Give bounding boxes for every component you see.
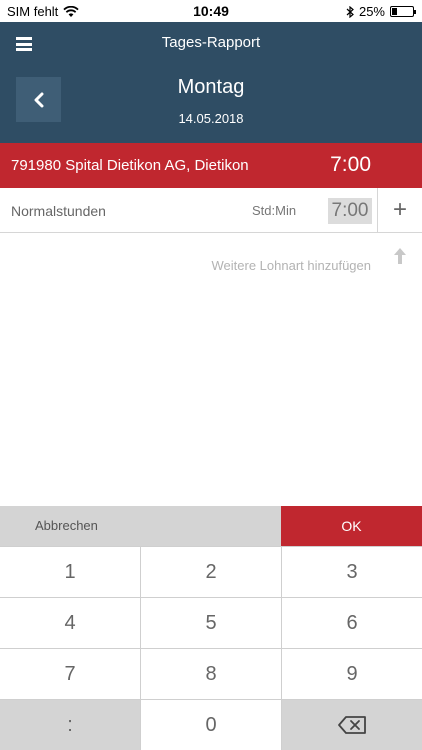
key-7[interactable]: 7 (0, 649, 140, 699)
add-wage-type-link[interactable]: Weitere Lohnart hinzufügen (212, 258, 371, 273)
key-0[interactable]: 0 (141, 700, 281, 750)
backspace-icon (338, 716, 366, 734)
project-row[interactable]: 791980 Spital Dietikon AG, Dietikon 7:00 (0, 143, 422, 188)
day-date: 14.05.2018 (178, 111, 244, 126)
key-3[interactable]: 3 (282, 547, 422, 597)
app-title: Tages-Rapport (161, 34, 261, 51)
backspace-key[interactable] (282, 700, 422, 750)
key-colon[interactable]: : (0, 700, 140, 750)
battery-icon (390, 6, 416, 17)
key-4[interactable]: 4 (0, 598, 140, 648)
ok-button[interactable]: OK (281, 506, 422, 546)
cancel-label: Abbrechen (35, 518, 98, 533)
wage-entry-row: Normalstunden Std:Min 7:00 + (0, 188, 422, 233)
key-9[interactable]: 9 (282, 649, 422, 699)
numeric-keypad: 1 2 3 4 5 6 7 8 9 : 0 (0, 546, 422, 750)
status-bar: SIM fehlt 10:49 25% (0, 0, 422, 22)
battery-fill (392, 8, 397, 15)
key-6[interactable]: 6 (282, 598, 422, 648)
key-1[interactable]: 1 (0, 547, 140, 597)
add-button[interactable]: + (377, 188, 422, 232)
bluetooth-icon (346, 5, 354, 18)
project-hours: 7:00 (330, 153, 371, 176)
status-right: 25% (346, 4, 416, 19)
project-name: 791980 Spital Dietikon AG, Dietikon (11, 157, 249, 174)
wage-type-label: Normalstunden (11, 203, 106, 219)
arrow-up-icon[interactable] (392, 247, 408, 265)
key-2[interactable]: 2 (141, 547, 281, 597)
wage-unit-label: Std:Min (252, 203, 297, 218)
header: Tages-Rapport Montag 14.05.2018 (0, 22, 422, 143)
hours-input[interactable]: 7:00 (328, 198, 372, 224)
cancel-button[interactable]: Abbrechen (0, 506, 281, 546)
battery-percent: 25% (358, 4, 385, 19)
battery-tip (414, 10, 416, 14)
day-title: Montag (177, 76, 245, 98)
key-8[interactable]: 8 (141, 649, 281, 699)
key-5[interactable]: 5 (141, 598, 281, 648)
